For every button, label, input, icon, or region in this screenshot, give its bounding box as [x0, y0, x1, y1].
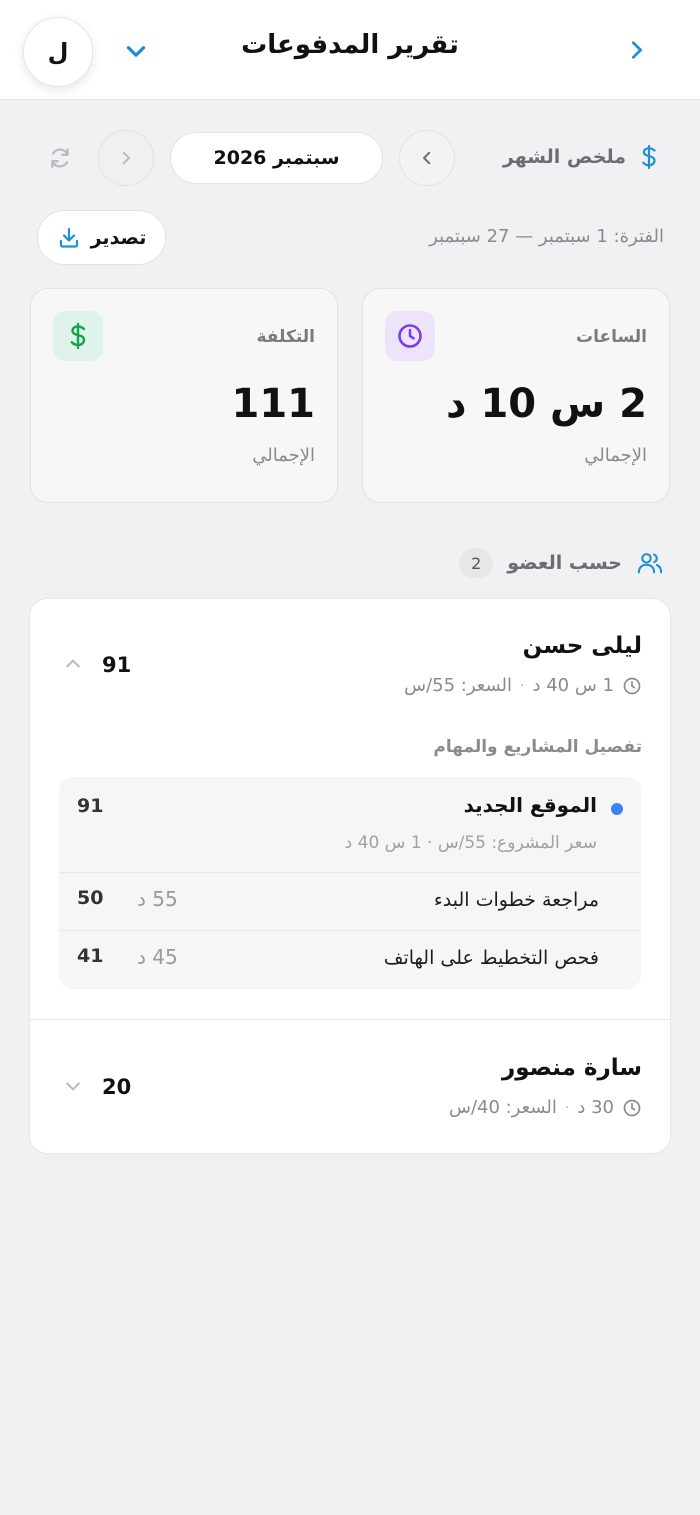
app-header: تقرير المدفوعات ل — [0, 0, 700, 100]
clock-icon — [622, 1098, 642, 1118]
task-duration: 45 د — [137, 945, 178, 969]
project-color-dot — [611, 803, 623, 815]
hours-card: الساعات 2 س 10 د الإجمالي — [362, 288, 670, 503]
chevron-up-icon[interactable] — [60, 651, 86, 677]
cost-label: التكلفة — [256, 327, 315, 347]
cost-card: التكلفة 111 الإجمالي — [30, 288, 338, 503]
task-name: مراجعة خطوات البدء — [433, 889, 599, 911]
chevron-right-icon — [117, 149, 135, 167]
member-rate: السعر: 55/س — [404, 675, 513, 696]
export-button[interactable]: تصدير — [37, 210, 166, 265]
member-meta: 30 د · السعر: 40/س — [449, 1097, 642, 1118]
member-total: 20 — [102, 1075, 132, 1099]
month-summary-label: ملخص الشهر — [503, 144, 660, 170]
chevron-down-icon[interactable] — [60, 1073, 86, 1099]
page-title: تقرير المدفوعات — [241, 30, 459, 60]
prev-month-button[interactable] — [399, 130, 455, 186]
refresh-icon[interactable] — [44, 142, 76, 174]
cost-sub: الإجمالي — [252, 445, 315, 466]
task-row: مراجعة خطوات البدء 55 د 50 — [59, 873, 641, 931]
by-member-header: حسب العضو 2 — [459, 548, 664, 578]
member-total: 91 — [102, 653, 132, 677]
project-breakdown: الموقع الجديد سعر المشروع: 55/س · 1 س 40… — [59, 777, 641, 989]
clock-icon — [385, 311, 435, 361]
project-row: الموقع الجديد سعر المشروع: 55/س · 1 س 40… — [59, 777, 641, 873]
divider — [30, 1019, 670, 1020]
hours-sub: الإجمالي — [584, 445, 647, 466]
month-summary-text: ملخص الشهر — [502, 146, 626, 168]
next-month-button[interactable] — [98, 130, 154, 186]
hours-label: الساعات — [576, 327, 647, 347]
project-total: 91 — [77, 795, 104, 817]
member-name: سارة منصور — [501, 1055, 642, 1081]
project-name: الموقع الجديد — [463, 793, 597, 817]
task-duration: 55 د — [137, 887, 178, 911]
month-selector[interactable]: سبتمبر 2026 — [170, 132, 383, 184]
member-duration: 30 د — [577, 1097, 614, 1118]
task-row: فحص التخطيط على الهاتف 45 د 41 — [59, 931, 641, 989]
users-icon — [636, 549, 664, 577]
task-name: فحص التخطيط على الهاتف — [383, 947, 599, 969]
clock-icon — [622, 676, 642, 696]
dollar-icon — [53, 311, 103, 361]
chevron-left-icon — [418, 149, 436, 167]
download-icon — [57, 226, 81, 250]
member-name: ليلى حسن — [522, 633, 642, 659]
member-rate: السعر: 40/س — [448, 1097, 557, 1118]
project-meta: سعر المشروع: 55/س · 1 س 40 د — [344, 833, 597, 853]
task-cost: 41 — [77, 945, 104, 967]
member-duration: 1 س 40 د — [532, 675, 614, 696]
member-count-badge: 2 — [459, 548, 494, 578]
task-cost: 50 — [77, 887, 104, 909]
export-label: تصدير — [90, 226, 147, 249]
period-range: الفترة: 1 سبتمبر — 27 سبتمبر — [429, 226, 664, 247]
hours-value: 2 س 10 د — [445, 381, 647, 427]
cost-value: 111 — [231, 381, 316, 427]
member-meta: 1 س 40 د · السعر: 55/س — [404, 675, 642, 696]
dollar-icon — [638, 144, 660, 170]
members-list: ليلى حسن 1 س 40 د · السعر: 55/س 91 تفصيل… — [29, 598, 671, 1154]
by-member-title: حسب العضو — [507, 552, 622, 574]
breakdown-title: تفصيل المشاريع والمهام — [433, 737, 642, 757]
avatar[interactable]: ل — [23, 17, 93, 87]
chevron-down-icon[interactable] — [118, 34, 154, 70]
